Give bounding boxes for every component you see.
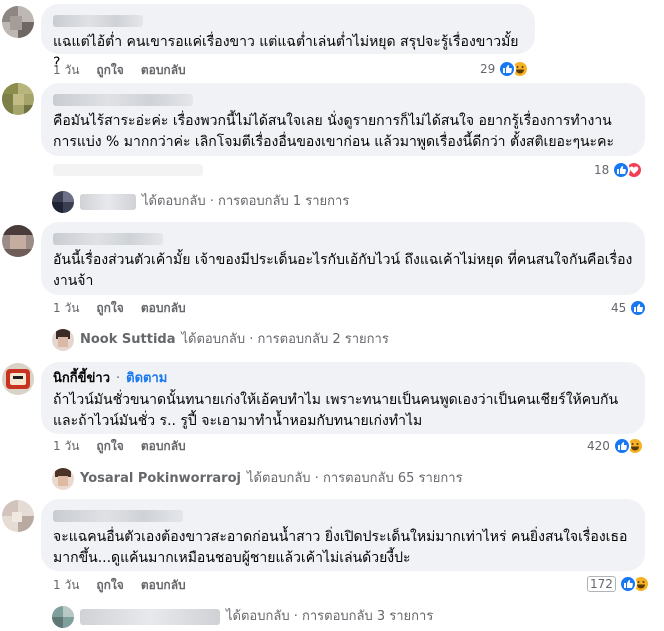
reaction-count: 29 xyxy=(480,62,496,76)
comment-text: ถ้าไวน์มันชั่วขนาดนั้นทนายเก่งให้เอ้คบทำ… xyxy=(53,392,619,429)
like-button[interactable]: ถูกใจ xyxy=(96,300,123,316)
reply-avatar xyxy=(52,191,74,213)
replies-text: ได้ตอบกลับ · การตอบกลับ 65 รายการ xyxy=(246,471,463,486)
reply-button[interactable]: ตอบกลับ xyxy=(141,577,186,593)
commenter-name[interactable] xyxy=(53,230,633,247)
commenter-name[interactable] xyxy=(53,12,523,29)
reply-avatar xyxy=(52,606,74,628)
like-icon xyxy=(618,575,637,593)
view-replies-link[interactable]: Nook Suttida ได้ตอบกลับ · การตอบกลับ 2 ร… xyxy=(52,329,389,351)
avatar[interactable] xyxy=(2,500,34,532)
comment-actions: 1 วัน ถูกใจ ตอบกลับ xyxy=(53,300,186,316)
like-button[interactable]: ถูกใจ xyxy=(96,438,123,454)
comment-time[interactable]: 1 วัน xyxy=(53,300,79,316)
comment-actions: 1 วัน ถูกใจ ตอบกลับ xyxy=(53,62,186,78)
reaction-summary[interactable]: 29 xyxy=(480,59,530,79)
comment-bubble: แฉแต่ไอ้ต่ำ คนเขารอแค่เรื่องขาว แต่แฉต่ำ… xyxy=(41,4,535,71)
like-icon xyxy=(612,437,631,455)
commenter-name[interactable] xyxy=(53,507,633,524)
reaction-summary[interactable]: 172 xyxy=(587,574,650,594)
comment-actions: 1 วัน ถูกใจ ตอบกลับ xyxy=(53,577,186,593)
commenter-name[interactable] xyxy=(53,91,633,108)
comment-bubble: นิกกี้ขี้ข่าว · ติดตาม ถ้าไวน์มันชั่วขนา… xyxy=(41,362,645,434)
view-replies-link[interactable]: ได้ตอบกลับ · การตอบกลับ 1 รายการ xyxy=(52,191,349,213)
reply-author-name[interactable]: Nook Suttida xyxy=(80,331,176,349)
blurred-actions xyxy=(53,164,203,176)
comment-time[interactable]: 1 วัน xyxy=(53,438,79,454)
comment-actions xyxy=(53,164,203,176)
comment-bubble: อันนี้เรื่องส่วนตัวเค้ามั้ย เจ้าของมีประ… xyxy=(41,222,645,295)
like-button[interactable]: ถูกใจ xyxy=(96,577,123,593)
comment-bubble: คือมันไร้สาระอ่ะค่ะ เรื่องพวกนี้ไม่ได้สน… xyxy=(41,83,645,156)
reaction-summary[interactable]: 18 xyxy=(594,160,644,180)
comment-text: คือมันไร้สาระอ่ะค่ะ เรื่องพวกนี้ไม่ได้สน… xyxy=(53,113,614,150)
avatar[interactable] xyxy=(2,363,34,395)
blurred-reply-name xyxy=(80,194,136,210)
view-replies-link[interactable]: ได้ตอบกลับ · การตอบกลับ 3 รายการ xyxy=(52,606,433,628)
comment-bubble: จะแฉคนอื่นตัวเองต้องขาวสะอาดก่อนน้ำสาว ย… xyxy=(41,499,645,571)
commenter-name-row: นิกกี้ขี้ข่าว · ติดตาม xyxy=(53,370,633,387)
comment-text: จะแฉคนอื่นตัวเองต้องขาวสะอาดก่อนน้ำสาว ย… xyxy=(53,529,628,566)
reply-avatar xyxy=(52,468,74,490)
replies-text: ได้ตอบกลับ · การตอบกลับ 1 รายการ xyxy=(142,194,350,209)
avatar[interactable] xyxy=(2,225,34,257)
reaction-count: 45 xyxy=(611,301,627,315)
view-replies-link[interactable]: Yosaral Pokinworraroj ได้ตอบกลับ · การตอ… xyxy=(52,468,463,490)
reply-button[interactable]: ตอบกลับ xyxy=(141,62,186,78)
replies-text: ได้ตอบกลับ · การตอบกลับ 2 รายการ xyxy=(181,332,389,347)
blurred-reply-name xyxy=(80,609,220,625)
like-button[interactable]: ถูกใจ xyxy=(96,62,123,78)
comment-time[interactable]: 1 วัน xyxy=(53,577,79,593)
reaction-summary[interactable]: 420 xyxy=(587,436,644,456)
comment-text: อันนี้เรื่องส่วนตัวเค้ามั้ย เจ้าของมีประ… xyxy=(53,252,633,289)
avatar[interactable] xyxy=(2,6,34,38)
reaction-count: 172 xyxy=(587,576,616,592)
reaction-summary[interactable]: 45 xyxy=(611,298,648,318)
reply-avatar xyxy=(52,329,74,351)
reply-button[interactable]: ตอบกลับ xyxy=(141,300,186,316)
reaction-count: 420 xyxy=(587,439,610,453)
comment-time[interactable]: 1 วัน xyxy=(53,62,79,78)
reaction-count: 18 xyxy=(594,163,610,177)
comment-actions: 1 วัน ถูกใจ ตอบกลับ xyxy=(53,438,186,454)
commenter-name[interactable]: นิกกี้ขี้ข่าว xyxy=(53,370,110,387)
follow-button[interactable]: ติดตาม xyxy=(126,370,167,387)
replies-text: ได้ตอบกลับ · การตอบกลับ 3 รายการ xyxy=(226,609,434,624)
reply-button[interactable]: ตอบกลับ xyxy=(141,438,186,454)
reply-author-name[interactable]: Yosaral Pokinworraroj xyxy=(80,470,241,488)
separator-dot: · xyxy=(116,371,121,386)
like-icon xyxy=(629,299,648,317)
avatar[interactable] xyxy=(2,83,34,115)
